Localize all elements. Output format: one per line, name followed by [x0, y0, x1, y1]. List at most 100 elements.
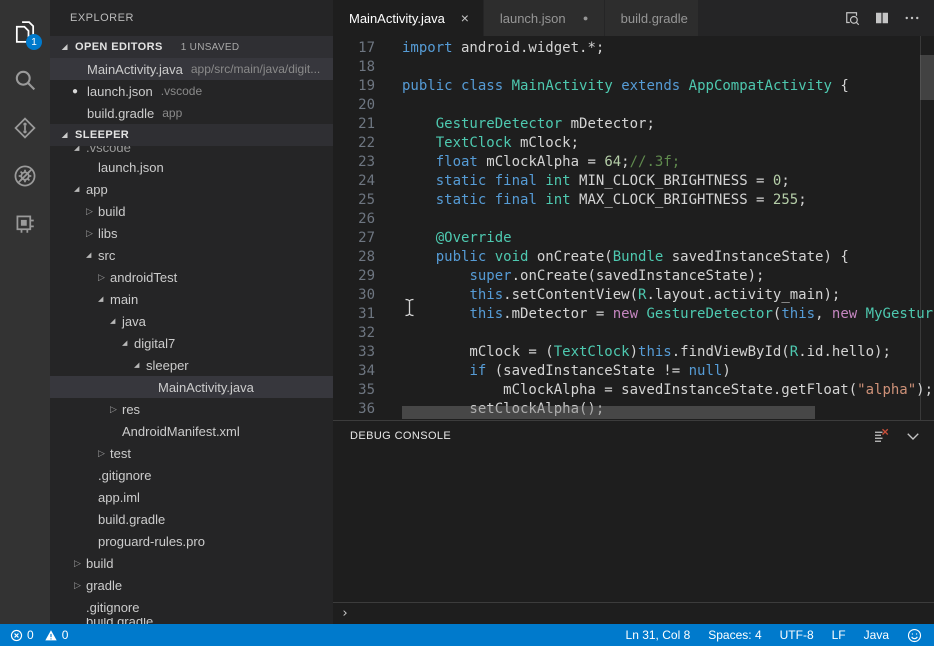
activity-search-button[interactable] [0, 56, 50, 104]
twistie-closed-icon: ▷ [74, 558, 86, 569]
tree-item[interactable]: ▷res [50, 398, 333, 420]
tree-item[interactable]: build.gradle [50, 508, 333, 530]
tree-item[interactable]: ◢main [50, 288, 333, 310]
tree-item[interactable]: ◢src [50, 244, 333, 266]
twistie-closed-icon: ▷ [86, 206, 98, 217]
tree-item-label: .gitignore [98, 468, 151, 483]
tree-item[interactable]: .gitignore [50, 596, 333, 618]
feedback-smiley-button[interactable] [907, 628, 922, 643]
file-name: MainActivity.java [87, 62, 183, 77]
tab-launch-json[interactable]: launch.json● [484, 0, 605, 36]
tree-item-label: main [110, 292, 138, 307]
vertical-scrollbar[interactable] [920, 36, 934, 420]
tree-item-label: digital7 [134, 336, 175, 351]
open-preview-button[interactable] [842, 8, 862, 28]
open-editors-list: MainActivity.java app/src/main/java/digit… [50, 58, 333, 124]
line-number: 29 [333, 267, 375, 286]
open-editor-item[interactable]: MainActivity.java app/src/main/java/digit… [50, 58, 333, 80]
code-editor[interactable]: 17import android.widget.*;1819public cla… [333, 36, 934, 420]
code-line: 22 TextClock mClock; [333, 134, 934, 153]
tree-item[interactable]: .gitignore [50, 464, 333, 486]
activity-debug-button[interactable] [0, 152, 50, 200]
activity-source-control-button[interactable] [0, 104, 50, 152]
code-line: 31 this.mDetector = new GestureDetector(… [333, 305, 934, 324]
line-number: 23 [333, 153, 375, 172]
activity-extensions-button[interactable] [0, 200, 50, 248]
tree-item[interactable]: launch.json [50, 156, 333, 178]
open-editors-header[interactable]: ◢ OPEN EDITORS 1 UNSAVED [50, 36, 333, 58]
twistie-open-icon: ◢ [98, 295, 110, 303]
line-number: 22 [333, 134, 375, 153]
tab-build-gradle[interactable]: build.gradle [605, 0, 699, 36]
panel-title-debug-console[interactable]: DEBUG CONSOLE [350, 430, 451, 442]
tree-item[interactable]: AndroidManifest.xml [50, 420, 333, 442]
open-editor-item[interactable]: ●launch.json.vscode [50, 80, 333, 102]
code-lines: 17import android.widget.*;1819public cla… [333, 36, 934, 420]
line-number: 31 [333, 305, 375, 324]
tree-item[interactable]: ▷test [50, 442, 333, 464]
tree-item[interactable]: ◢.vscode [50, 146, 333, 156]
line-number: 32 [333, 324, 375, 343]
eol-setting[interactable]: LF [832, 628, 846, 642]
line-number: 35 [333, 381, 375, 400]
code-line: 27 @Override [333, 229, 934, 248]
twistie-open-icon: ◢ [74, 185, 86, 193]
twistie-closed-icon: ▷ [86, 228, 98, 239]
horizontal-scrollbar-thumb[interactable] [402, 406, 815, 419]
tree-item[interactable]: proguard-rules.pro [50, 530, 333, 552]
line-number: 18 [333, 58, 375, 77]
folder-section-header[interactable]: ◢ SLEEPER [50, 124, 333, 146]
close-icon[interactable]: × [457, 10, 473, 26]
code-line: 26 [333, 210, 934, 229]
twistie-open-icon: ◢ [74, 146, 86, 152]
cursor-position[interactable]: Ln 31, Col 8 [626, 628, 691, 642]
tab-bar: MainActivity.java×launch.json●build.grad… [333, 0, 934, 36]
unsaved-badge: 1 UNSAVED [181, 42, 240, 53]
line-number: 25 [333, 191, 375, 210]
tree-item[interactable]: ▷androidTest [50, 266, 333, 288]
tree-item-label: AndroidManifest.xml [122, 424, 240, 439]
tree-item[interactable]: ◢app [50, 178, 333, 200]
more-actions-button[interactable] [902, 8, 922, 28]
vertical-scrollbar-thumb[interactable] [920, 55, 934, 100]
code-line: 25 static final int MAX_CLOCK_BRIGHTNESS… [333, 191, 934, 210]
tree-item[interactable]: ▷build [50, 552, 333, 574]
tab-mainactivity-java[interactable]: MainActivity.java× [333, 0, 484, 36]
twistie-open-icon: ◢ [86, 251, 98, 259]
tree-item-label: MainActivity.java [158, 380, 254, 395]
debug-console-input[interactable]: › [333, 602, 934, 624]
debug-console-panel: DEBUG CONSOLE [333, 420, 934, 624]
code-line: 33 mClock = (TextClock)this.findViewById… [333, 343, 934, 362]
tree-item[interactable]: ▷build [50, 200, 333, 222]
tree-item[interactable]: ▷gradle [50, 574, 333, 596]
language-mode[interactable]: Java [864, 628, 889, 642]
clear-console-button[interactable] [872, 427, 890, 445]
tree-item[interactable]: ◢sleeper [50, 354, 333, 376]
tree-item[interactable]: ▷libs [50, 222, 333, 244]
split-editor-button[interactable] [872, 8, 892, 28]
code-line: 34 if (savedInstanceState != null) [333, 362, 934, 381]
line-number: 24 [333, 172, 375, 191]
code-line: 21 GestureDetector mDetector; [333, 115, 934, 134]
activity-explorer-button[interactable]: 1 [0, 8, 50, 56]
problems-indicator[interactable]: 0 0 [10, 628, 68, 642]
code-line: 17import android.widget.*; [333, 39, 934, 58]
tree-item[interactable]: app.iml [50, 486, 333, 508]
code-line: 18 [333, 58, 934, 77]
line-text: public void onCreate(Bundle savedInstanc… [402, 248, 934, 267]
twistie-open-icon: ◢ [62, 43, 72, 51]
modified-dot-icon: ● [72, 86, 78, 97]
line-number: 26 [333, 210, 375, 229]
file-detail: app/src/main/java/digit... [191, 62, 320, 76]
panel-header: DEBUG CONSOLE [333, 421, 934, 451]
indentation-setting[interactable]: Spaces: 4 [708, 628, 761, 642]
open-editor-item[interactable]: build.gradleapp [50, 102, 333, 124]
main-area: 1 [0, 0, 934, 624]
tree-item[interactable]: ◢digital7 [50, 332, 333, 354]
encoding-setting[interactable]: UTF-8 [780, 628, 814, 642]
tree-item-label: build.gradle [98, 512, 165, 527]
collapse-panel-button[interactable] [904, 427, 922, 445]
tree-item[interactable]: ◢java [50, 310, 333, 332]
tree-item[interactable]: MainActivity.java [50, 376, 333, 398]
tree-item-label: app [86, 182, 108, 197]
